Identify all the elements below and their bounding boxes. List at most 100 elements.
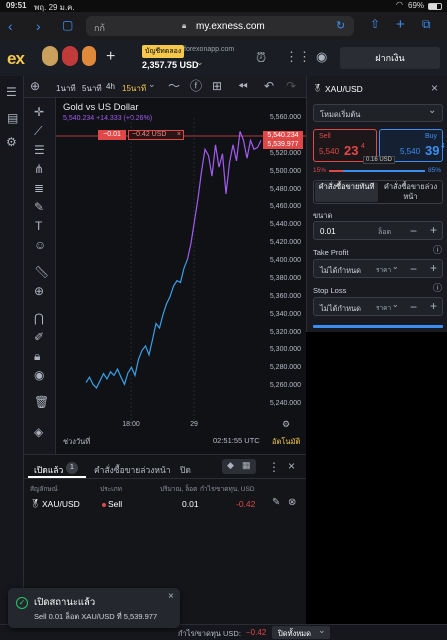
timeframe-5m[interactable]: 5นาที — [82, 82, 102, 95]
tab-open-positions[interactable]: เปิดแล้ว 1 — [28, 458, 86, 478]
tab-pending-orders[interactable]: คำสั่งซื้อขายล่วงหน้า — [94, 463, 171, 477]
redo-icon[interactable]: ↷ — [286, 80, 296, 92]
zoom-in-icon[interactable]: ⊕ — [34, 285, 44, 297]
layers-icon[interactable]: ◈ — [34, 426, 43, 438]
calendar-icon[interactable]: ▤ — [7, 112, 18, 124]
trash-icon[interactable]: 🗑︎ — [34, 396, 49, 408]
plus-icon[interactable]: + — [430, 262, 437, 274]
alarm-icon[interactable]: ⏰︎ — [256, 51, 266, 64]
close-icon[interactable]: × — [431, 82, 438, 94]
apps-grid-icon[interactable]: ⋮⋮ — [285, 50, 311, 63]
minus-icon[interactable]: − — [410, 301, 417, 313]
more-icon[interactable]: ⋮ — [268, 461, 280, 473]
reload-icon[interactable]: ↻ — [336, 19, 345, 32]
text-tool-icon[interactable]: T — [35, 220, 42, 232]
add-indicator-icon[interactable]: ⊕ — [30, 80, 40, 92]
forward-icon[interactable]: › — [36, 19, 41, 33]
timeframe-15m[interactable]: 15นาที — [122, 82, 146, 95]
view-toggle[interactable]: ◆ ▦ — [222, 459, 256, 474]
book-icon[interactable]: ▢ — [62, 19, 73, 31]
col-type: ประเภท — [100, 486, 122, 493]
brush-icon[interactable]: ✎ — [34, 201, 44, 213]
lock-icon: 🔒︎ — [182, 21, 187, 30]
tp-unit[interactable]: ราคา — [376, 265, 391, 275]
profile-icon[interactable]: ◉ — [316, 50, 327, 63]
emoji-icon[interactable]: ☺ — [34, 239, 46, 251]
close-order-icon[interactable]: × — [177, 131, 181, 139]
tab-pending-order[interactable]: คำสั่งซื้อขายล่วงหน้า — [379, 182, 442, 202]
expand-icon[interactable]: ◆ — [227, 461, 234, 470]
order-pl-tag[interactable]: −0.42 USD × — [128, 130, 184, 140]
close-icon[interactable]: × — [168, 592, 174, 602]
plus-icon[interactable]: + — [430, 300, 437, 312]
minus-icon[interactable]: − — [410, 263, 417, 275]
close-all-button[interactable]: ปิดทั้งหมด ⌄ — [272, 626, 330, 639]
instrument-tab-icon[interactable] — [82, 46, 96, 66]
add-instrument-icon[interactable]: + — [106, 49, 115, 65]
pitchfork-icon[interactable]: ⋔ — [34, 163, 44, 175]
row-type: Sell — [108, 499, 123, 509]
collapse-icon[interactable]: ▦ — [242, 461, 251, 470]
chevron-down-icon[interactable]: ⌄ — [148, 80, 156, 89]
tab-closed[interactable]: ปิด — [180, 463, 191, 477]
chart-type-icon[interactable]: 〜 — [168, 80, 180, 92]
magnet-icon[interactable]: ⋂ — [34, 312, 44, 324]
tp-value: ไม่ได้กำหนด — [320, 266, 362, 275]
eye-icon[interactable]: ◉ — [34, 369, 44, 381]
ruler-icon[interactable]: 📏︎ — [34, 266, 49, 278]
take-profit-input[interactable]: ไม่ได้กำหนด ราคา ⌄ − + — [313, 259, 443, 278]
deposit-button[interactable]: ฝากเงิน — [340, 47, 440, 69]
chevron-down-icon[interactable]: ⌄ — [196, 58, 204, 67]
instrument-tab-icon[interactable] — [42, 46, 58, 66]
tab-market-order[interactable]: คำสั่งซื้อขายทันที — [315, 182, 378, 202]
trend-line-icon[interactable]: ⟋ — [34, 125, 42, 137]
toast-notification: ✓ เปิดสถานะแล้ว Sell 0.01 ล็อต XAU/USD ท… — [8, 588, 180, 628]
tabs-icon[interactable]: ⧉ — [422, 18, 431, 30]
minus-icon[interactable]: − — [410, 225, 417, 237]
settings-icon[interactable]: ⚙ — [6, 136, 17, 148]
chevron-down-icon[interactable]: ⌄ — [392, 301, 399, 309]
instrument-tab-icon[interactable] — [62, 46, 78, 66]
auto-scale-button[interactable]: อัตโนมัติ — [272, 436, 300, 448]
timeframe-4h[interactable]: 4h — [106, 82, 115, 91]
mode-select[interactable]: โหมดเริ่มต้น ⌄ — [313, 104, 443, 122]
buy-price-big: 39 — [425, 143, 440, 158]
order-volume-tag[interactable]: −0.01 — [98, 130, 126, 140]
info-icon[interactable]: ⓘ — [433, 284, 442, 293]
share-icon[interactable]: ⇧ — [370, 18, 380, 30]
chevron-down-icon[interactable]: ⌄ — [392, 263, 399, 271]
row-pl: -0.42 — [236, 499, 256, 509]
new-tab-icon[interactable]: + — [396, 17, 405, 32]
close-position-icon[interactable]: ⊗ — [288, 498, 296, 508]
info-icon[interactable]: ⓘ — [433, 246, 442, 255]
account-type-badge: บัญชีทดลอง — [142, 45, 185, 58]
plus-icon[interactable]: + — [430, 224, 437, 236]
menu-icon[interactable]: ☰ — [6, 86, 17, 98]
fib-icon[interactable]: ≣ — [34, 182, 44, 194]
channel-icon[interactable]: ☰ — [34, 144, 45, 156]
sl-unit[interactable]: ราคา — [376, 303, 391, 313]
sell-price-tag: 5,540.234 — [263, 131, 303, 140]
table-row[interactable]: 🥇︎ XAU/USD Sell 0.01 -0.42 ✎ ⊗ — [24, 495, 306, 513]
close-icon[interactable]: × — [288, 460, 295, 472]
tab-open-label: เปิดแล้ว — [34, 465, 64, 475]
indicators-icon[interactable]: ⓕ — [190, 80, 202, 92]
chart-toolbar: ⊕ 1นาที 5นาที 4h 15นาที ⌄ 〜 ⓕ ⊞ ⏪︎ ↶ ↷ — [24, 76, 306, 98]
timeframe-1m[interactable]: 1นาที — [56, 82, 76, 95]
crosshair-icon[interactable]: ✛ — [34, 106, 44, 118]
sell-dot-icon — [102, 503, 106, 507]
edit-icon[interactable]: ✎ — [272, 498, 280, 508]
stop-loss-input[interactable]: ไม่ได้กำหนด ราคา ⌄ − + — [313, 297, 443, 316]
back-icon[interactable]: ‹ — [8, 19, 13, 33]
chart-settings-icon[interactable]: ⚙ — [282, 419, 290, 429]
lock-drawings-icon[interactable]: ✐ — [34, 331, 44, 343]
layout-icon[interactable]: ⊞ — [212, 80, 222, 92]
volume-input[interactable]: 0.01 ล็อต − + — [313, 221, 443, 240]
address-bar[interactable]: กก้ 🔒︎ my.exness.com ↻ — [86, 16, 354, 36]
date-range-button[interactable]: ช่วงวันที่ — [63, 436, 90, 448]
rewind-icon[interactable]: ⏪︎ — [238, 80, 248, 92]
lock-icon[interactable]: 🔒︎ — [34, 350, 40, 362]
undo-icon[interactable]: ↶ — [264, 80, 274, 92]
price-chart[interactable]: Gold vs US Dollar 5,540.234 +14.333 (+0.… — [56, 98, 306, 454]
balance-label[interactable]: 2,357.75 USD — [142, 60, 199, 70]
